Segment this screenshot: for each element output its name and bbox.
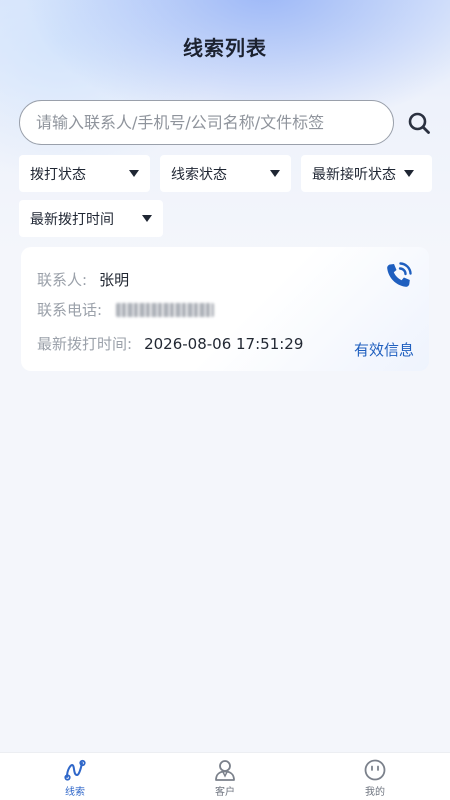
contact-name: 张明 — [99, 271, 130, 289]
filter-label: 最新接听状态 — [312, 166, 396, 183]
tab-label: 我的 — [365, 787, 385, 798]
phone-call-icon — [387, 262, 412, 287]
search-bar — [19, 100, 433, 145]
dropdown-caret-icon — [270, 170, 280, 177]
filter-dial-status[interactable]: 拨打状态 — [19, 155, 150, 192]
status-tag: 有效信息 — [353, 341, 414, 359]
contact-row: 联系人: 张明 — [37, 269, 129, 290]
phone-row: 联系电话: — [37, 299, 215, 320]
call-button[interactable] — [381, 259, 415, 293]
search-input[interactable] — [19, 100, 395, 145]
filter-last-call-time[interactable]: 最新拨打时间 — [19, 200, 163, 237]
page-title: 线索列表 — [183, 35, 267, 60]
last-call-label: 最新拨打时间: — [37, 335, 133, 353]
search-icon — [408, 112, 430, 134]
dropdown-caret-icon — [404, 170, 414, 177]
contact-label: 联系人: — [37, 271, 88, 289]
filter-clue-status[interactable]: 线索状态 — [160, 155, 291, 192]
filter-label: 线索状态 — [171, 166, 227, 183]
tab-label: 客户 — [215, 787, 235, 798]
clue-icon — [64, 759, 86, 781]
dropdown-caret-icon — [129, 170, 139, 177]
filter-bar: 拨打状态 线索状态 最新接听状态 最新拨打时间 — [19, 155, 433, 237]
phone-label: 联系电话: — [37, 301, 103, 319]
search-button[interactable] — [405, 109, 433, 137]
dropdown-caret-icon — [142, 215, 152, 222]
bottom-tab-bar: 线索 客户 我的 — [0, 752, 450, 800]
customer-icon — [215, 760, 235, 781]
clue-card[interactable]: 联系人: 张明 联系电话: 最新拨打时间: 2026-08-06 17:51:2… — [21, 247, 429, 371]
masked-phone-number — [116, 302, 215, 317]
tab-clues[interactable]: 线索 — [0, 753, 150, 800]
tab-profile[interactable]: 我的 — [300, 753, 450, 800]
filter-answer-status[interactable]: 最新接听状态 — [301, 155, 432, 192]
filter-label: 最新拨打时间 — [30, 211, 114, 228]
profile-icon — [364, 759, 386, 781]
tab-customers[interactable]: 客户 — [150, 753, 300, 800]
header: 线索列表 — [0, 0, 450, 92]
last-call-row: 最新拨打时间: 2026-08-06 17:51:29 — [37, 333, 303, 354]
last-call-time: 2026-08-06 17:51:29 — [144, 334, 304, 353]
tab-label: 线索 — [65, 787, 85, 798]
filter-label: 拨打状态 — [30, 166, 86, 183]
